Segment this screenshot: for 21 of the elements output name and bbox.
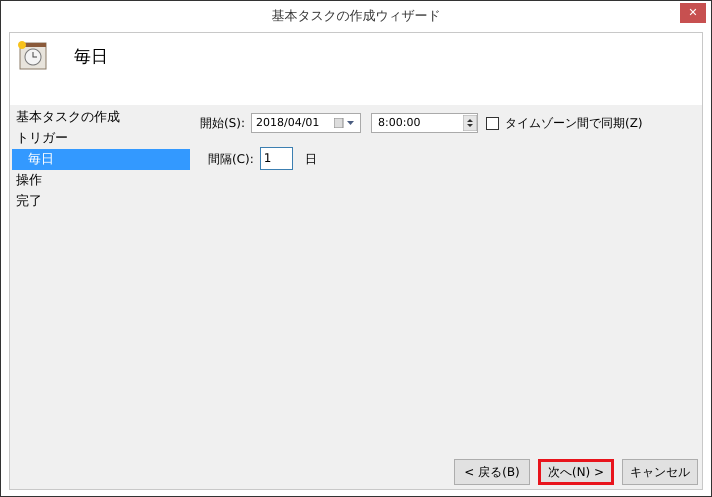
wizard-button[interactable]: < 戻る(B) [454, 459, 530, 485]
close-button[interactable]: ✕ [680, 3, 706, 23]
wizard-step[interactable]: 基本タスクの作成 [12, 107, 190, 128]
wizard-step[interactable]: トリガー [12, 128, 190, 149]
date-picker[interactable]: 2018/04/01 [251, 113, 362, 133]
wizard-step[interactable]: 操作 [12, 170, 190, 191]
wizard-button[interactable]: キャンセル [622, 459, 698, 485]
calendar-dropdown-icon [334, 118, 356, 128]
sync-checkbox[interactable] [486, 116, 500, 130]
window-title: 基本タスクの作成ウィザード [272, 8, 440, 26]
sync-label: タイムゾーン間で同期(Z) [505, 115, 643, 132]
spinner-icon [463, 115, 478, 131]
interval-label: 間隔(C): [208, 150, 254, 168]
calendar-clock-icon [16, 39, 48, 71]
interval-field[interactable]: 1 [260, 147, 293, 170]
start-label: 開始(S): [200, 115, 246, 132]
wizard-button[interactable]: 次へ(N) > [538, 459, 614, 485]
time-field[interactable]: 8:00:00 [371, 113, 478, 133]
wizard-step[interactable]: 完了 [12, 191, 190, 212]
page-heading: 毎日 [74, 46, 108, 69]
interval-unit: 日 [304, 150, 317, 168]
